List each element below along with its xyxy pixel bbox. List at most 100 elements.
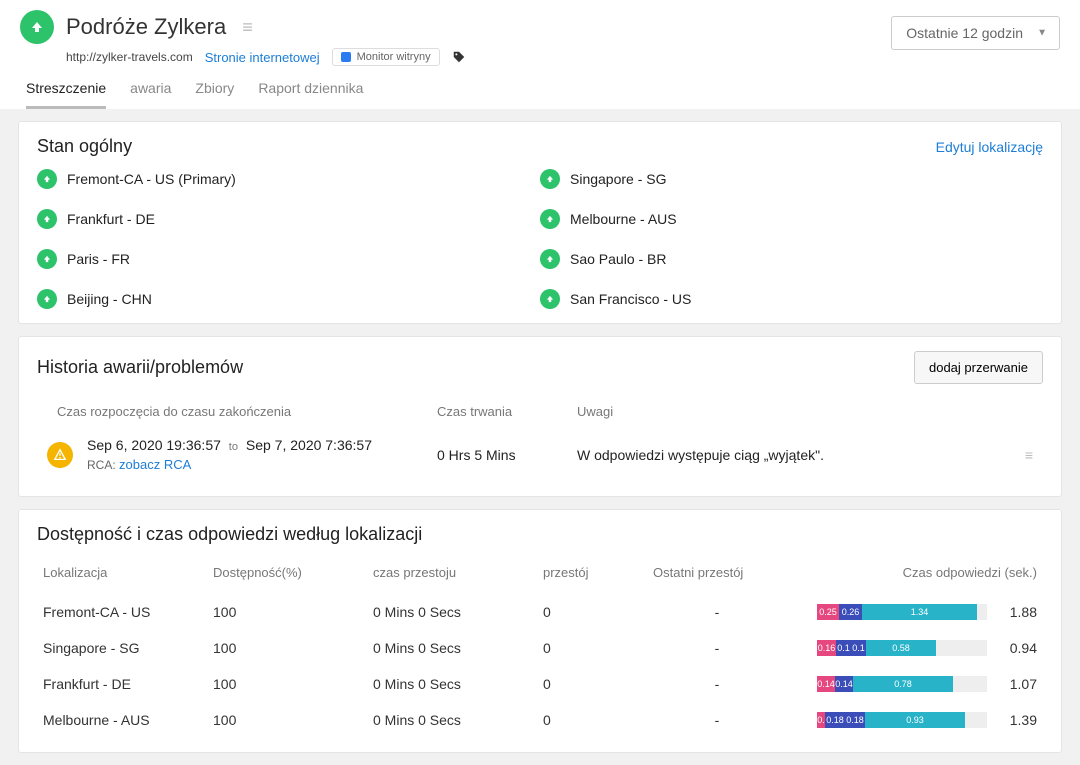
response-segment: 0.25 <box>817 604 839 620</box>
col-response-time: Czas odpowiedzi (sek.) <box>787 555 1043 594</box>
location-item: Melbourne - AUS <box>540 209 1043 229</box>
monitor-type-chip[interactable]: Monitor witryny <box>332 48 440 66</box>
status-up-icon <box>37 169 57 189</box>
location-name: Sao Paulo - BR <box>570 251 667 267</box>
location-name: Fremont-CA - US (Primary) <box>67 171 236 187</box>
warning-icon <box>47 442 73 468</box>
location-item: San Francisco - US <box>540 289 1043 309</box>
col-duration: Czas trwania <box>437 404 577 419</box>
response-time-value: 1.07 <box>997 676 1037 692</box>
outage-to: to <box>225 441 242 453</box>
status-up-icon <box>37 209 57 229</box>
tabs: Streszczenie awaria Zbiory Raport dzienn… <box>26 80 1060 109</box>
tab-inventory[interactable]: Zbiory <box>195 80 234 109</box>
col-downtime: czas przestoju <box>367 555 537 594</box>
status-up-icon <box>540 289 560 309</box>
cell-downtime: 0 Mins 0 Secs <box>367 666 537 702</box>
response-bar: 0.0.180.180.93 <box>817 712 987 728</box>
col-start-end: Czas rozpoczęcia do czasu zakończenia <box>47 404 437 419</box>
cell-downtime: 0 Mins 0 Secs <box>367 702 537 738</box>
cell-location: Singapore - SG <box>37 630 207 666</box>
outage-notes: W odpowiedzi występuje ciąg „wyjątek". <box>577 447 1003 463</box>
cell-outages: 0 <box>537 666 647 702</box>
response-time-value: 0.94 <box>997 640 1037 656</box>
table-row: Frankfurt - DE1000 Mins 0 Secs0- 0.140.14… <box>37 666 1043 702</box>
cell-last-outage: - <box>647 666 787 702</box>
location-item: Beijing - CHN <box>37 289 540 309</box>
status-up-icon <box>20 10 54 44</box>
col-availability: Dostępność(%) <box>207 555 367 594</box>
outage-start: Sep 6, 2020 19:36:57 <box>87 437 221 453</box>
response-segment: 0.16 <box>817 640 836 656</box>
location-name: San Francisco - US <box>570 291 691 307</box>
location-item: Sao Paulo - BR <box>540 249 1043 269</box>
response-segment: 0.93 <box>865 712 965 728</box>
response-segment: 0.78 <box>853 676 953 692</box>
status-up-icon <box>540 249 560 269</box>
cell-availability: 100 <box>207 594 367 630</box>
response-segment: 0.18 <box>825 712 845 728</box>
menu-icon[interactable]: ≡ <box>242 17 253 38</box>
outage-duration: 0 Hrs 5 Mins <box>437 447 577 463</box>
cell-last-outage: - <box>647 630 787 666</box>
cell-availability: 100 <box>207 666 367 702</box>
cell-outages: 0 <box>537 702 647 738</box>
row-menu-icon[interactable]: ≡ <box>1003 447 1033 463</box>
add-outage-button[interactable]: dodaj przerwanie <box>914 351 1043 384</box>
cell-availability: 100 <box>207 630 367 666</box>
overall-status-title: Stan ogólny <box>37 136 132 157</box>
response-time-value: 1.88 <box>997 604 1037 620</box>
rca-link[interactable]: zobacz RCA <box>119 457 191 472</box>
cell-outages: 0 <box>537 630 647 666</box>
time-range-label: Ostatnie 12 godzin <box>906 25 1023 41</box>
location-name: Paris - FR <box>67 251 130 267</box>
cell-location: Frankfurt - DE <box>37 666 207 702</box>
outage-history-card: Historia awarii/problemów dodaj przerwan… <box>18 336 1062 497</box>
outage-row: Sep 6, 2020 19:36:57 to Sep 7, 2020 7:36… <box>37 427 1043 482</box>
location-name: Beijing - CHN <box>67 291 152 307</box>
monitor-url: http://zylker-travels.com <box>66 50 193 64</box>
col-location: Lokalizacja <box>37 555 207 594</box>
response-segment: 0.58 <box>866 640 936 656</box>
location-item: Singapore - SG <box>540 169 1043 189</box>
table-row: Singapore - SG1000 Mins 0 Secs0- 0.160.1 0… <box>37 630 1043 666</box>
table-row: Fremont-CA - US1000 Mins 0 Secs0-0.250.2… <box>37 594 1043 630</box>
chip-color-icon <box>341 52 351 62</box>
time-range-select[interactable]: Ostatnie 12 godzin ▼ <box>891 16 1060 50</box>
outage-end: Sep 7, 2020 7:36:57 <box>246 437 372 453</box>
response-time-value: 1.39 <box>997 712 1037 728</box>
location-item: Frankfurt - DE <box>37 209 540 229</box>
rca-label: RCA: <box>87 458 116 472</box>
caret-down-icon: ▼ <box>1037 28 1047 39</box>
availability-title: Dostępność i czas odpowiedzi według loka… <box>37 524 1043 545</box>
response-segment: 0. <box>817 712 825 728</box>
tab-logreport[interactable]: Raport dziennika <box>258 80 363 109</box>
website-link[interactable]: Stronie internetowej <box>205 50 320 65</box>
cell-downtime: 0 Mins 0 Secs <box>367 594 537 630</box>
page-header: Podróże Zylkera ≡ http://zylker-travels.… <box>0 0 1080 109</box>
location-item: Paris - FR <box>37 249 540 269</box>
col-notes: Uwagi <box>577 404 1003 419</box>
cell-last-outage: - <box>647 594 787 630</box>
cell-outages: 0 <box>537 594 647 630</box>
tab-outage[interactable]: awaria <box>130 80 171 109</box>
response-segment: 0.1 <box>836 640 851 656</box>
response-segment: 1.34 <box>862 604 977 620</box>
location-name: Frankfurt - DE <box>67 211 155 227</box>
status-up-icon <box>37 289 57 309</box>
chip-label: Monitor witryny <box>357 51 431 63</box>
cell-downtime: 0 Mins 0 Secs <box>367 630 537 666</box>
location-name: Singapore - SG <box>570 171 667 187</box>
edit-location-link[interactable]: Edytuj lokalizację <box>936 139 1043 155</box>
col-last-outage: Ostatni przestój <box>647 555 787 594</box>
response-bar: 0.160.10.10.58 <box>817 640 987 656</box>
cell-location: Melbourne - AUS <box>37 702 207 738</box>
response-bar: 0.140.140.78 <box>817 676 987 692</box>
page-title: Podróże Zylkera <box>66 14 226 40</box>
tab-summary[interactable]: Streszczenie <box>26 80 106 109</box>
cell-location: Fremont-CA - US <box>37 594 207 630</box>
tag-icon[interactable] <box>452 50 466 64</box>
response-segment: 0.14 <box>835 676 853 692</box>
table-row: Melbourne - AUS1000 Mins 0 Secs0-0.0.180… <box>37 702 1043 738</box>
cell-last-outage: - <box>647 702 787 738</box>
